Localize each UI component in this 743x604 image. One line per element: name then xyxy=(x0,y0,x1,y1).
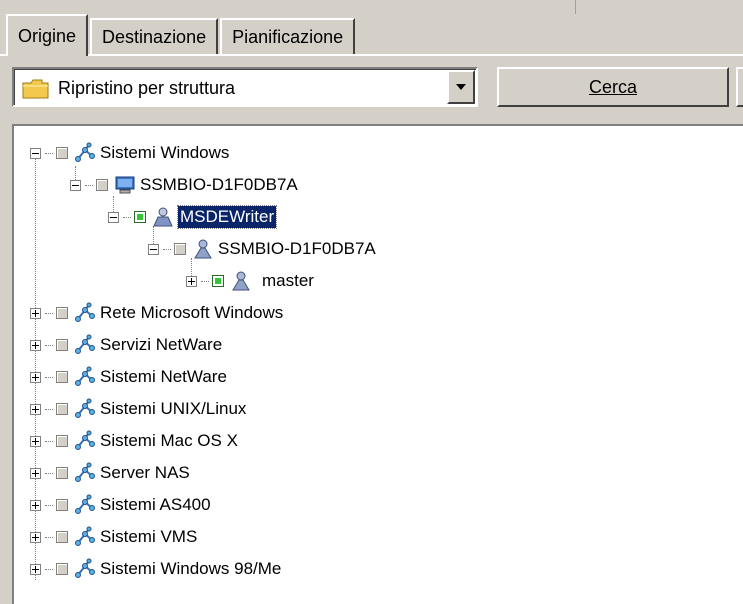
expand-toggle[interactable] xyxy=(30,403,41,415)
checkbox[interactable] xyxy=(56,339,68,351)
checkbox[interactable] xyxy=(56,435,68,447)
source-tree: Sistemi Windows SSMBIO-D1F0DB7A MSDEWrit… xyxy=(12,124,743,604)
checkbox[interactable] xyxy=(56,563,68,575)
extra-button[interactable] xyxy=(736,67,743,107)
checkbox-checked[interactable] xyxy=(212,275,224,287)
tree-node-label: Sistemi VMS xyxy=(100,527,198,546)
expand-toggle[interactable] xyxy=(186,275,197,287)
tab-origine[interactable]: Origine xyxy=(6,14,89,56)
tree-node-label: Sistemi Windows xyxy=(100,143,230,162)
search-button-label: Cerca xyxy=(588,76,637,97)
dropdown-arrow-button[interactable] xyxy=(447,70,475,104)
checkbox[interactable] xyxy=(56,499,68,511)
tab-destinazione[interactable]: Destinazione xyxy=(90,18,219,54)
expand-toggle[interactable] xyxy=(30,467,41,479)
tree-connector xyxy=(45,504,53,506)
expand-toggle[interactable] xyxy=(30,371,41,383)
collapse-toggle[interactable] xyxy=(30,147,41,159)
checkbox[interactable] xyxy=(96,179,108,191)
tree-connector xyxy=(85,184,93,186)
tree-node[interactable]: SSMBIO-D1F0DB7A xyxy=(70,170,298,200)
tree-connector xyxy=(45,152,53,154)
tree-connector xyxy=(123,216,131,218)
tree-node-label: Server NAS xyxy=(100,463,190,482)
checkbox[interactable] xyxy=(174,243,186,255)
tree-node-label: Sistemi UNIX/Linux xyxy=(100,399,247,418)
tree-node[interactable]: Server NAS xyxy=(30,458,190,488)
tree-node[interactable]: Sistemi NetWare xyxy=(30,362,227,392)
tree-connector xyxy=(163,248,171,250)
tree-node-label: Sistemi Windows 98/Me xyxy=(100,559,282,578)
tree-node-label: master xyxy=(262,271,314,290)
tree-node-label: SSMBIO-D1F0DB7A xyxy=(140,175,298,194)
search-button[interactable]: Cerca xyxy=(497,67,729,107)
checkbox[interactable] xyxy=(56,531,68,543)
tree-connector xyxy=(201,280,209,282)
collapse-toggle[interactable] xyxy=(70,179,81,191)
network-icon xyxy=(74,366,96,388)
tree-node-label: Servizi NetWare xyxy=(100,335,223,354)
network-icon xyxy=(74,334,96,356)
checkbox[interactable] xyxy=(56,467,68,479)
network-icon xyxy=(74,302,96,324)
tree-node[interactable]: Servizi NetWare xyxy=(30,330,222,360)
expand-toggle[interactable] xyxy=(30,307,41,319)
checkbox[interactable] xyxy=(56,307,68,319)
tree-node[interactable]: Sistemi UNIX/Linux xyxy=(30,394,246,424)
expand-toggle[interactable] xyxy=(30,499,41,511)
tree-node-label: Sistemi Mac OS X xyxy=(100,431,238,450)
network-icon xyxy=(74,462,96,484)
checkbox[interactable] xyxy=(56,147,68,159)
tree-node-label: Sistemi AS400 xyxy=(100,495,211,514)
database-icon xyxy=(230,270,252,292)
view-selector[interactable]: Ripristino per struttura xyxy=(12,67,478,107)
tree-connector xyxy=(45,440,53,442)
expand-toggle[interactable] xyxy=(30,435,41,447)
tree-connector xyxy=(45,312,53,314)
tab-baseline xyxy=(0,54,743,56)
tab-pianificazione[interactable]: Pianificazione xyxy=(220,18,356,54)
checkbox-checked[interactable] xyxy=(134,211,146,223)
computer-icon xyxy=(115,176,135,194)
tree-node[interactable]: Sistemi AS400 xyxy=(30,490,211,520)
expand-toggle[interactable] xyxy=(30,339,41,351)
tree-node-label: SSMBIO-D1F0DB7A xyxy=(218,239,376,258)
tree-node-label-selected: MSDEWriter xyxy=(176,205,278,229)
tree-connector xyxy=(45,344,53,346)
tree-node-label: Sistemi NetWare xyxy=(100,367,227,386)
network-icon xyxy=(74,494,96,516)
tree-node[interactable]: Rete Microsoft Windows xyxy=(30,298,283,328)
expand-toggle[interactable] xyxy=(30,531,41,543)
tab-strip: Origine Destinazione Pianificazione xyxy=(6,14,357,56)
view-selector-value: Ripristino per struttura xyxy=(58,78,236,98)
tree-connector xyxy=(45,568,53,570)
network-icon xyxy=(74,430,96,452)
tree-node[interactable]: Sistemi Mac OS X xyxy=(30,426,238,456)
folder-icon xyxy=(22,78,50,105)
expand-toggle[interactable] xyxy=(30,563,41,575)
tree-node[interactable]: Sistemi VMS xyxy=(30,522,197,552)
tree-node[interactable]: Sistemi Windows xyxy=(30,138,229,168)
network-icon xyxy=(74,526,96,548)
network-icon xyxy=(74,558,96,580)
tree-node[interactable]: master xyxy=(186,266,314,296)
tree-node[interactable]: MSDEWriter xyxy=(108,202,278,232)
tree-connector xyxy=(45,536,53,538)
checkbox[interactable] xyxy=(56,371,68,383)
tree-connector xyxy=(45,408,53,410)
tree-connector xyxy=(45,472,53,474)
network-icon xyxy=(74,398,96,420)
database-server-icon xyxy=(192,238,214,260)
chevron-down-icon xyxy=(456,84,466,90)
tree-node[interactable]: SSMBIO-D1F0DB7A xyxy=(148,234,376,264)
network-icon xyxy=(74,142,96,164)
collapse-toggle[interactable] xyxy=(148,243,159,255)
sql-writer-icon xyxy=(153,207,173,227)
top-divider xyxy=(575,0,576,14)
collapse-toggle[interactable] xyxy=(108,211,119,223)
checkbox[interactable] xyxy=(56,403,68,415)
tree-node-label: Rete Microsoft Windows xyxy=(100,303,284,322)
tree-node[interactable]: Sistemi Windows 98/Me xyxy=(30,554,281,584)
tree-connector xyxy=(45,376,53,378)
